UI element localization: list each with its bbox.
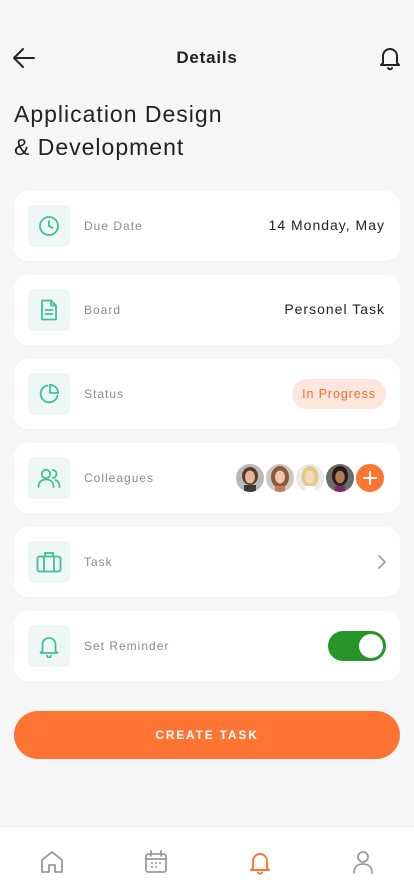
bell-icon xyxy=(28,625,70,667)
colleague-avatars xyxy=(234,462,386,494)
colleagues-card[interactable]: Colleagues xyxy=(14,443,400,513)
briefcase-icon xyxy=(28,541,70,583)
page-title-line-2: & Development xyxy=(14,134,185,160)
document-icon xyxy=(28,289,70,331)
due-date-card[interactable]: Due Date 14 Monday, May xyxy=(14,191,400,261)
status-badge[interactable]: In Progress xyxy=(292,379,386,409)
task-label: Task xyxy=(84,555,113,569)
task-card[interactable]: Task xyxy=(14,527,400,597)
page-title-line-1: Application Design xyxy=(14,101,223,127)
toggle-knob xyxy=(359,634,383,658)
chevron-right-icon[interactable] xyxy=(376,553,388,571)
avatar[interactable] xyxy=(234,462,266,494)
header-title: Details xyxy=(176,48,238,67)
board-card[interactable]: Board Personel Task xyxy=(14,275,400,345)
status-label: Status xyxy=(84,387,125,401)
colleagues-label: Colleagues xyxy=(84,471,155,485)
due-date-label: Due Date xyxy=(84,219,143,233)
user-icon[interactable] xyxy=(350,849,376,875)
board-value: Personel Task xyxy=(284,301,385,317)
page-title: Application Design & Development xyxy=(14,98,314,164)
calendar-icon[interactable] xyxy=(143,849,169,875)
bell-icon[interactable] xyxy=(247,849,273,875)
avatar[interactable] xyxy=(264,462,296,494)
pie-chart-icon xyxy=(28,373,70,415)
bottom-nav xyxy=(0,826,414,896)
home-icon[interactable] xyxy=(39,849,65,875)
create-task-button[interactable]: CREATE TASK xyxy=(14,711,400,759)
avatar[interactable] xyxy=(324,462,356,494)
due-date-value: 14 Monday, May xyxy=(268,217,385,233)
board-label: Board xyxy=(84,303,122,317)
status-card[interactable]: Status In Progress xyxy=(14,359,400,429)
notification-bell-icon[interactable] xyxy=(378,45,402,71)
reminder-label: Set Reminder xyxy=(84,639,170,653)
reminder-card: Set Reminder xyxy=(14,611,400,681)
clock-icon xyxy=(28,205,70,247)
avatar[interactable] xyxy=(294,462,326,494)
users-icon xyxy=(28,457,70,499)
plus-icon xyxy=(363,471,377,485)
add-colleague-button[interactable] xyxy=(354,462,386,494)
reminder-toggle[interactable] xyxy=(328,631,386,661)
